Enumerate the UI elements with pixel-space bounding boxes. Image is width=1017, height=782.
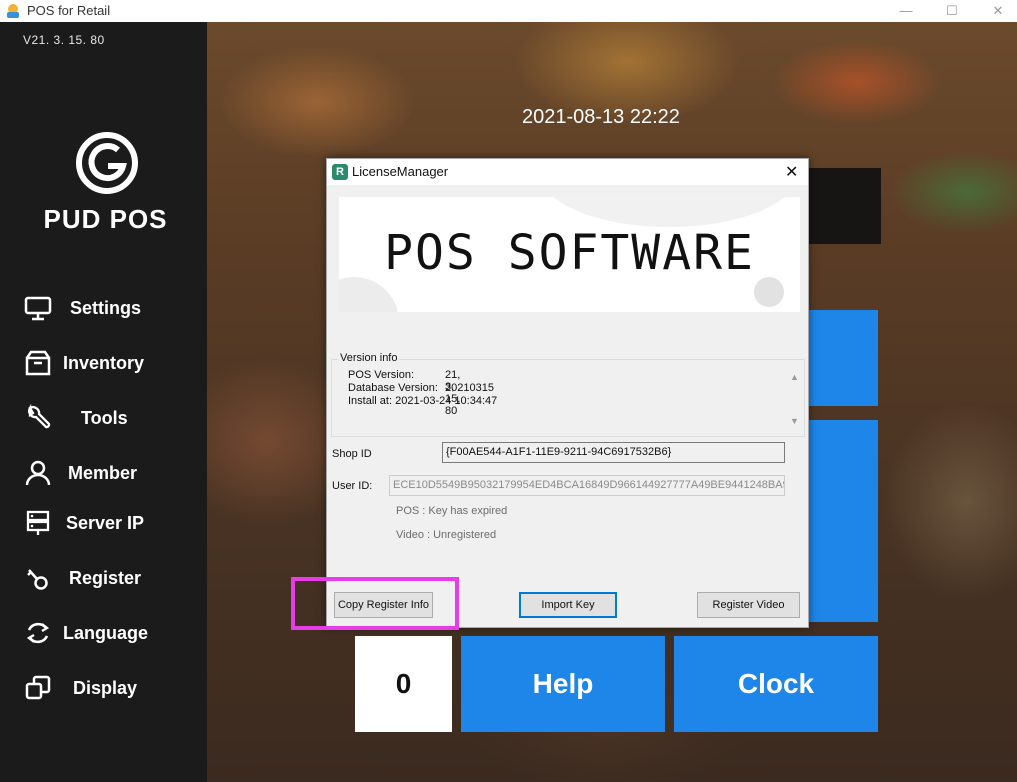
sidebar-item-label: Inventory — [63, 352, 145, 373]
tile-right-1[interactable] — [808, 310, 878, 406]
sidebar-item-language[interactable]: Language — [24, 615, 207, 651]
register-video-button[interactable]: Register Video — [697, 592, 800, 618]
sidebar-item-label: Server IP — [66, 512, 145, 533]
user-icon — [24, 459, 52, 487]
import-key-button[interactable]: Import Key — [519, 592, 617, 618]
dialog-banner: POS SOFTWARE — [339, 197, 800, 312]
user-id-field[interactable]: ECE10D5549B95032179954ED4BCA16849D966144… — [389, 475, 785, 496]
license-manager-dialog: R LicenseManager ✕ POS SOFTWARE Version … — [326, 158, 809, 628]
pos-status-text: POS : Key has expired — [396, 505, 508, 517]
install-value: 2021-03-24 10:34:47 — [395, 395, 498, 407]
dialog-close-button[interactable]: ✕ — [785, 162, 798, 182]
banner-decoration — [754, 277, 784, 307]
app-icon — [7, 4, 19, 18]
banner-text: POS SOFTWARE — [384, 225, 755, 281]
monitor-icon — [24, 294, 52, 322]
install-label: Install at: — [348, 395, 393, 407]
db-version-row: Database Version: 20210315 — [348, 382, 494, 394]
help-tile[interactable]: Help — [461, 636, 665, 732]
pos-version-row: POS Version: 21, 3, 15, 80 — [348, 369, 460, 417]
counter-tile[interactable]: 0 — [355, 636, 452, 732]
sidebar-item-register[interactable]: Register — [24, 560, 207, 596]
sidebar-item-display[interactable]: Display — [24, 670, 207, 706]
shop-id-label: Shop ID — [332, 448, 372, 460]
db-version-value: 20210315 — [445, 382, 494, 394]
sidebar-item-settings[interactable]: Settings — [24, 290, 207, 326]
window-title: POS for Retail — [27, 3, 111, 18]
banner-decoration — [539, 197, 799, 227]
banner-decoration — [339, 277, 399, 312]
sidebar-item-inventory[interactable]: Inventory — [24, 345, 207, 381]
brand-name: PUD POS — [43, 204, 168, 234]
dark-panel — [808, 168, 881, 244]
clock-tile[interactable]: Clock — [674, 636, 878, 732]
sidebar-item-label: Display — [73, 677, 138, 698]
shop-id-field[interactable]: {F00AE544-A1F1-11E9-9211-94C6917532B6} — [442, 442, 785, 463]
scroll-down-arrow-icon[interactable]: ▼ — [790, 416, 799, 426]
key-icon — [24, 564, 52, 592]
dialog-title: LicenseManager — [352, 164, 449, 179]
video-status-text: Video : Unregistered — [396, 529, 497, 541]
version-info-label: Version info — [338, 352, 400, 364]
server-icon — [24, 509, 52, 537]
box-icon — [24, 349, 52, 377]
wrench-icon — [24, 404, 52, 432]
maximize-button[interactable]: ☐ — [929, 0, 975, 22]
brand-logo-icon — [76, 132, 138, 194]
dialog-titlebar: R LicenseManager ✕ — [327, 159, 808, 185]
sidebar-item-server-ip[interactable]: Server IP — [24, 505, 207, 541]
sidebar-item-label: Tools — [81, 407, 128, 428]
copy-icon — [24, 674, 52, 702]
sidebar: V21. 3. 15. 80 PUD POS Settings Inventor… — [0, 22, 207, 782]
window-titlebar: POS for Retail — ☐ ✕ — [0, 0, 1017, 22]
sidebar-item-member[interactable]: Member — [24, 455, 207, 491]
db-version-label: Database Version: — [348, 382, 438, 394]
sidebar-item-label: Settings — [70, 297, 142, 318]
version-info-group[interactable]: Version info POS Version: 21, 3, 15, 80 … — [331, 352, 805, 437]
install-row: Install at: 2021-03-24 10:34:47 — [348, 395, 497, 407]
license-app-icon: R — [332, 164, 348, 180]
window-close-button[interactable]: ✕ — [975, 0, 1017, 22]
sidebar-item-label: Register — [69, 567, 142, 588]
tile-right-2[interactable] — [808, 420, 878, 622]
scroll-up-arrow-icon[interactable]: ▲ — [790, 372, 799, 382]
sidebar-item-tools[interactable]: Tools — [24, 400, 207, 436]
pos-version-label: POS Version: — [348, 369, 415, 381]
sidebar-item-label: Member — [68, 462, 138, 483]
highlight-box — [291, 577, 459, 630]
minimize-button[interactable]: — — [883, 0, 929, 22]
datetime-display: 2021-08-13 22:22 — [522, 106, 680, 128]
user-id-label: User ID: — [332, 480, 373, 492]
version-label: V21. 3. 15. 80 — [23, 33, 105, 47]
sidebar-item-label: Language — [63, 622, 149, 643]
refresh-icon — [24, 619, 52, 647]
